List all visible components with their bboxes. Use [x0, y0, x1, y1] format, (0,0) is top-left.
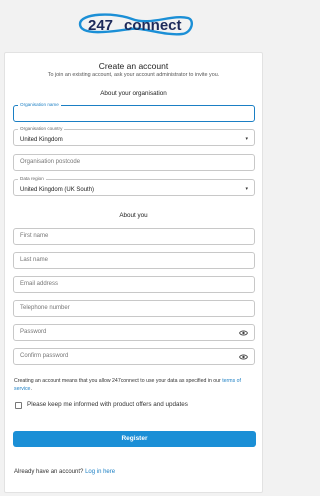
- terms-notice: Creating an account means that you allow…: [14, 377, 256, 393]
- marketing-opt-in-checkbox[interactable]: [15, 402, 22, 409]
- organisation-country-select[interactable]: Organisation country United Kingdom ▾: [13, 126, 255, 146]
- telephone-field[interactable]: Telephone number: [13, 300, 255, 317]
- data-region-value: United Kingdom (UK South): [20, 187, 95, 193]
- terms-end: .: [30, 386, 32, 392]
- eye-icon[interactable]: [239, 353, 248, 361]
- email-field[interactable]: Email address: [13, 276, 255, 293]
- telephone-placeholder: Telephone number: [20, 305, 70, 311]
- brand-logo: 247 connect: [78, 13, 193, 36]
- brand-word: connect: [124, 17, 182, 34]
- marketing-opt-in-label[interactable]: Please keep me informed with product off…: [27, 401, 188, 408]
- data-region-label: Data region: [18, 176, 46, 182]
- organisation-postcode-placeholder: Organisation postcode: [20, 159, 81, 165]
- organisation-country-label: Organisation country: [18, 126, 65, 132]
- page-title: Create an account: [98, 61, 169, 71]
- organisation-name-label: Organisation name: [18, 102, 61, 108]
- password-field[interactable]: Password: [13, 324, 255, 341]
- first-name-field[interactable]: First name: [13, 228, 255, 245]
- terms-text: Creating an account means that you allow…: [14, 378, 221, 384]
- password-placeholder: Password: [20, 329, 47, 335]
- last-name-placeholder: Last name: [20, 257, 49, 263]
- organisation-postcode-field[interactable]: Organisation postcode: [13, 154, 255, 171]
- page-subtitle: To join an existing account, ask your ac…: [47, 72, 220, 78]
- organisation-name-field[interactable]: Organisation name: [13, 102, 255, 122]
- header-logo-area: 247 connect: [0, 0, 267, 50]
- confirm-password-field[interactable]: Confirm password: [13, 348, 255, 365]
- login-prompt-text: Already have an account?: [14, 469, 84, 475]
- signup-card: Create an account To join an existing ac…: [4, 52, 263, 493]
- email-placeholder: Email address: [20, 281, 59, 287]
- last-name-field[interactable]: Last name: [13, 252, 255, 269]
- login-prompt: Already have an account? Log in here: [14, 469, 115, 475]
- first-name-placeholder: First name: [20, 233, 49, 239]
- chevron-down-icon: ▾: [245, 136, 248, 142]
- login-link[interactable]: Log in here: [85, 469, 115, 475]
- register-button[interactable]: Register: [13, 431, 256, 447]
- chevron-down-icon: ▾: [245, 186, 248, 192]
- data-region-select[interactable]: Data region United Kingdom (UK South) ▾: [13, 176, 255, 196]
- brand-number: 247: [88, 17, 113, 34]
- organisation-country-value: United Kingdom: [20, 137, 63, 143]
- confirm-password-placeholder: Confirm password: [20, 353, 69, 359]
- section-heading-about-you: About you: [119, 212, 148, 219]
- eye-icon[interactable]: [239, 329, 248, 337]
- section-heading-organisation: About your organisation: [100, 90, 167, 97]
